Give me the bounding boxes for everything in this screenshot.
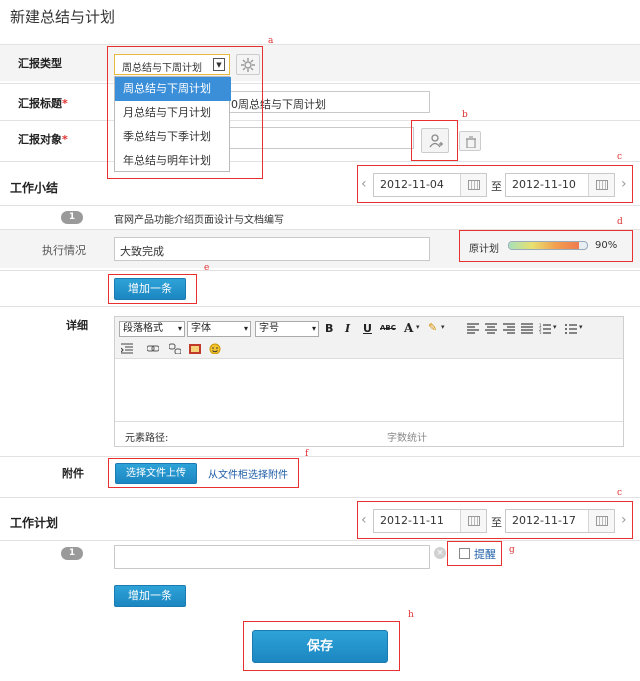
annotation-box-b	[411, 120, 458, 161]
align-justify-icon[interactable]	[521, 323, 533, 334]
editor-status-bar: 元素路径: 字数统计	[115, 421, 623, 446]
annotation-letter-b: b	[462, 110, 468, 120]
unlink-icon[interactable]	[169, 343, 181, 354]
annotation-box-c1	[357, 165, 633, 203]
font-color-dropdown-icon[interactable]: ▾	[416, 323, 420, 331]
editor-content-area[interactable]	[115, 359, 623, 421]
annotation-letter-a: a	[268, 36, 274, 46]
annotation-box-d	[459, 230, 633, 262]
paragraph-format-select[interactable]: 段落格式 ▾	[119, 321, 185, 337]
highlight-icon[interactable]: ✎	[428, 321, 437, 334]
image-icon[interactable]	[189, 343, 201, 354]
font-select[interactable]: 字体 ▾	[187, 321, 251, 337]
trash-icon	[466, 136, 476, 148]
annotation-box-a	[107, 46, 263, 179]
rich-text-editor[interactable]: 段落格式 ▾ 字体 ▾ 字号 ▾ B I U ABC A ▾ ✎ ▾ 123 ▾ ▾ …	[114, 316, 624, 447]
annotation-box-e	[108, 274, 197, 304]
emoticon-icon[interactable]	[209, 343, 221, 354]
unordered-list-dropdown-icon[interactable]: ▾	[579, 323, 583, 331]
svg-text:3: 3	[539, 331, 542, 334]
align-left-icon[interactable]	[467, 323, 479, 334]
indent-icon[interactable]	[121, 343, 133, 354]
report-type-label: 汇报类型	[18, 57, 62, 70]
status-input[interactable]: 大致完成	[114, 237, 430, 261]
bold-button[interactable]: B	[325, 322, 333, 335]
detail-label: 详细	[66, 319, 88, 332]
summary-item-text: 官网产品功能介绍页面设计与文档编写	[114, 215, 284, 226]
font-color-button[interactable]: A	[404, 321, 413, 335]
ordered-list-dropdown-icon[interactable]: ▾	[553, 323, 557, 331]
annotation-box-c2	[357, 501, 633, 539]
clear-icon[interactable]: ×	[434, 547, 446, 559]
plan-item-input[interactable]	[114, 545, 430, 569]
plan-add-button[interactable]: 增加一条	[114, 585, 186, 607]
strikethrough-button[interactable]: ABC	[380, 324, 396, 332]
annotation-letter-d: d	[617, 217, 623, 227]
page-title: 新建总结与计划	[10, 8, 116, 26]
report-type-row	[0, 44, 640, 81]
annotation-box-f	[108, 458, 299, 488]
element-path-label: 元素路径:	[125, 433, 169, 444]
unordered-list-icon[interactable]	[565, 323, 577, 334]
annotation-letter-c2: c	[617, 488, 623, 498]
link-icon[interactable]	[147, 343, 159, 354]
annotation-letter-f: f	[305, 449, 309, 459]
annotation-letter-e: e	[204, 263, 210, 273]
clear-recipient-button[interactable]	[459, 131, 481, 151]
annotation-box-h	[243, 621, 400, 671]
highlight-dropdown-icon[interactable]: ▾	[441, 323, 445, 331]
status-label: 执行情况	[42, 244, 86, 257]
underline-button[interactable]: U	[363, 322, 372, 335]
align-center-icon[interactable]	[485, 323, 497, 334]
item-number-badge: 1	[61, 211, 83, 224]
report-title-label: 汇报标题*	[18, 97, 68, 110]
report-target-label: 汇报对象*	[18, 133, 68, 146]
annotation-letter-h: h	[408, 610, 414, 620]
italic-button[interactable]: I	[345, 322, 350, 335]
word-count: 字数统计	[387, 433, 427, 444]
annotation-letter-c1: c	[617, 152, 623, 162]
summary-label: 工作小结	[10, 181, 59, 195]
align-right-icon[interactable]	[503, 323, 515, 334]
annotation-letter-g: g	[509, 545, 515, 555]
plan-label: 工作计划	[10, 516, 59, 530]
font-size-select[interactable]: 字号 ▾	[255, 321, 319, 337]
annotation-box-g	[447, 541, 502, 566]
attachment-label: 附件	[62, 467, 84, 480]
ordered-list-icon[interactable]: 123	[539, 323, 551, 334]
plan-item-number-badge: 1	[61, 547, 83, 560]
editor-toolbar: 段落格式 ▾ 字体 ▾ 字号 ▾ B I U ABC A ▾ ✎ ▾ 123 ▾ ▾	[115, 317, 623, 359]
